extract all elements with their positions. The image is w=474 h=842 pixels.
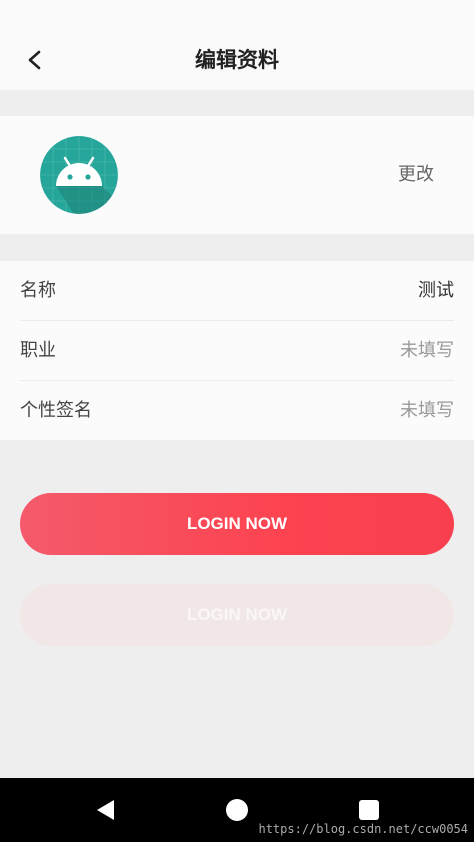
profile-field-signature[interactable]: 个性签名 未填写 bbox=[20, 381, 454, 440]
profile-field-name[interactable]: 名称 测试 bbox=[20, 261, 454, 321]
profile-info-list: 名称 测试 职业 未填写 个性签名 未填写 bbox=[0, 261, 474, 440]
field-label: 职业 bbox=[20, 340, 56, 361]
app-header: 编辑资料 bbox=[0, 0, 474, 90]
android-robot-icon bbox=[40, 136, 118, 214]
field-label: 个性签名 bbox=[20, 400, 92, 421]
login-now-button[interactable]: LOGIN NOW bbox=[20, 493, 454, 555]
square-recents-icon[interactable] bbox=[359, 800, 379, 820]
circle-home-icon[interactable] bbox=[226, 799, 248, 821]
watermark: https://blog.csdn.net/ccw0054 bbox=[258, 822, 468, 836]
field-value: 测试 bbox=[418, 280, 454, 301]
field-value: 未填写 bbox=[400, 400, 454, 421]
page-title: 编辑资料 bbox=[195, 48, 279, 72]
field-label: 名称 bbox=[20, 280, 56, 301]
login-now-button-disabled: LOGIN NOW bbox=[20, 584, 454, 646]
triangle-back-icon bbox=[97, 800, 114, 820]
system-nav-bar: https://blog.csdn.net/ccw0054 bbox=[0, 778, 474, 842]
avatar[interactable] bbox=[40, 136, 118, 214]
nav-back-button[interactable] bbox=[94, 798, 118, 822]
profile-field-occupation[interactable]: 职业 未填写 bbox=[20, 321, 454, 381]
change-avatar-button[interactable]: 更改 bbox=[398, 160, 434, 190]
avatar-section: 更改 bbox=[0, 116, 474, 234]
field-value: 未填写 bbox=[400, 340, 454, 361]
